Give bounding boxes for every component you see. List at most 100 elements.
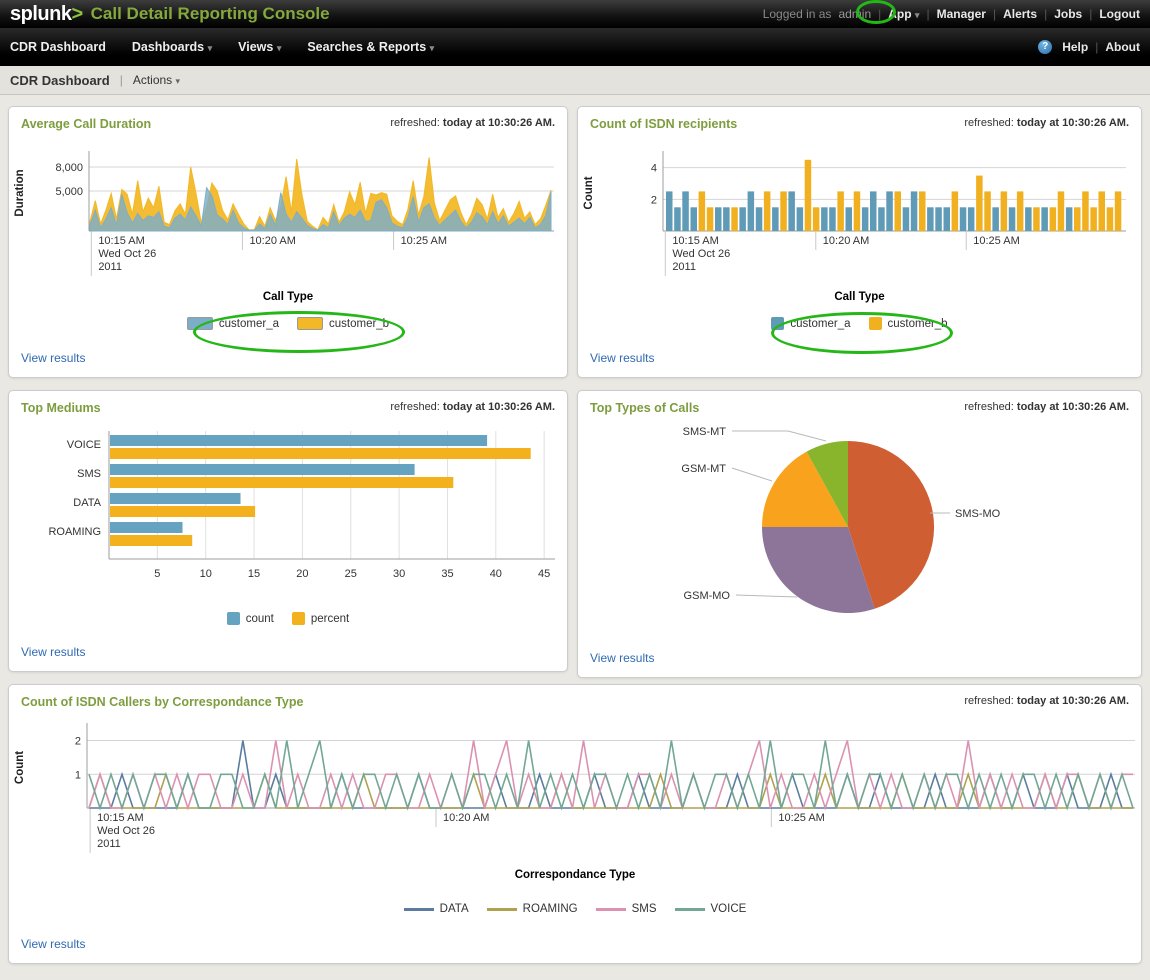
chevron-down-icon: ▾	[276, 43, 282, 53]
app-menu[interactable]: App ▾	[888, 7, 919, 21]
x-tick-label: 10:25 AM	[778, 812, 824, 824]
x-tick-label: 2011	[672, 261, 696, 273]
legend-item-customer_a[interactable]: customer_a	[186, 317, 279, 330]
x-tick-label: 10	[200, 568, 212, 580]
nav-searches-reports[interactable]: Searches & Reports ▾	[307, 40, 434, 54]
legend: DATA ROAMING SMS VOICE	[9, 903, 1141, 915]
line-chart-svg: 1 2 10:15 AMWed Oct 262011 10:20 AM 10:25 AM…	[14, 723, 1135, 853]
pie-slice-label: SMS-MT	[683, 426, 727, 438]
view-results-link[interactable]: View results	[590, 351, 654, 365]
legend-item-DATA[interactable]: DATA	[403, 903, 469, 915]
refresh-status: refreshed: today at 10:30:26 AM.	[964, 117, 1129, 129]
nav-views[interactable]: Views ▾	[238, 40, 281, 54]
legend-title: Correspondance Type	[514, 869, 636, 881]
x-tick-label: 5	[154, 568, 160, 580]
x-tick-label: 10:15 AM	[97, 812, 143, 824]
legend-label: VOICE	[710, 903, 747, 915]
bar-customer_b	[837, 191, 844, 231]
bar-customer_b	[919, 191, 926, 231]
legend-label: ROAMING	[522, 903, 578, 915]
bar-customer_a	[682, 191, 689, 231]
legend-item-SMS[interactable]: SMS	[595, 903, 657, 915]
x-tick-label: 10:15 AM	[98, 235, 144, 247]
jobs-link[interactable]: Jobs	[1054, 7, 1082, 21]
legend-item-ROAMING[interactable]: ROAMING	[486, 903, 578, 915]
about-link[interactable]: About	[1105, 40, 1140, 54]
refresh-status: refreshed: today at 10:30:26 AM.	[390, 401, 555, 413]
pie-slice-label: SMS-MO	[955, 508, 1001, 520]
legend-item-count[interactable]: count	[226, 612, 274, 625]
manager-link[interactable]: Manager	[937, 7, 986, 21]
bar-chart-svg: 2 4 10:15 AMWed Oct 262011 10:20 AM 10:25 AM…	[583, 151, 1126, 276]
separator: |	[992, 7, 997, 21]
view-results-link[interactable]: View results	[21, 351, 85, 365]
legend-item-VOICE[interactable]: VOICE	[674, 903, 747, 915]
y-tick-label: 2	[651, 194, 657, 206]
refresh-status: refreshed: today at 10:30:26 AM.	[964, 695, 1129, 707]
legend: customer_a customer_b	[9, 317, 567, 330]
help-link[interactable]: Help	[1062, 40, 1088, 54]
y-tick-label: 1	[75, 769, 81, 781]
bar-customer_a	[992, 207, 999, 232]
bar-customer_a	[878, 207, 885, 232]
x-tick-label: 10:15 AM	[672, 235, 718, 247]
bar-customer_a	[861, 207, 869, 232]
legend-swatch	[771, 317, 785, 330]
hbar-count-DATA	[110, 493, 241, 504]
separator: |	[1044, 7, 1048, 21]
view-results-link[interactable]: View results	[590, 651, 654, 665]
bar-customer_b	[1074, 207, 1081, 232]
bar-customer_a	[902, 207, 910, 232]
legend-label: percent	[310, 612, 350, 625]
separator: |	[119, 73, 123, 87]
x-tick-label: 30	[393, 568, 405, 580]
legend-item-customer_a[interactable]: customer_a	[771, 317, 851, 330]
panel-isdn-recipients: Count of ISDN recipients refreshed: toda…	[577, 106, 1142, 378]
legend-item-customer_b[interactable]: customer_b	[297, 317, 389, 330]
view-results-link[interactable]: View results	[21, 645, 85, 659]
hbar-chart-svg: 5 10 15 20 25 30 35 40 45 VOICE SMS DATA ROAMING	[48, 431, 555, 580]
bar-customer_a	[845, 207, 852, 232]
pie-chart-svg: SMS-MO GSM-MO GSM-MT SMS-MT	[681, 426, 1001, 614]
bar-customer_a	[910, 191, 918, 231]
chevron-down-icon: ▾	[175, 76, 181, 86]
legend-label: count	[245, 612, 274, 625]
bar-customer_a	[796, 207, 804, 232]
top-header-bar: splunk> Call Detail Reporting Console Lo…	[0, 0, 1150, 28]
legend-item-customer_b[interactable]: customer_b	[868, 317, 948, 330]
y-tick-label: 5,000	[55, 186, 83, 198]
hbar-percent-DATA	[110, 506, 256, 517]
bar-customer_a	[967, 207, 975, 232]
refresh-status: refreshed: today at 10:30:26 AM.	[964, 401, 1129, 413]
chevron-down-icon: ▾	[207, 43, 213, 53]
bar-customer_b	[1000, 191, 1008, 231]
bar-customer_b	[984, 191, 991, 231]
legend-item-percent[interactable]: percent	[291, 612, 350, 625]
refresh-status: refreshed: today at 10:30:26 AM.	[390, 117, 555, 129]
legend-swatch	[226, 612, 240, 625]
nav-dashboards[interactable]: Dashboards ▾	[132, 40, 212, 54]
view-results-link[interactable]: View results	[21, 937, 85, 951]
x-tick-label: Wed Oct 26	[672, 248, 730, 260]
bar-customer_b	[1033, 207, 1040, 232]
nav-cdr-dashboard[interactable]: CDR Dashboard	[10, 40, 106, 54]
bar-customer_b	[1114, 191, 1122, 231]
bar-customer_a	[829, 207, 836, 232]
logout-link[interactable]: Logout	[1099, 7, 1140, 21]
alerts-link[interactable]: Alerts	[1003, 7, 1037, 21]
line-chart-isdn-callers: 1 2 10:15 AM Wed Oct 26 2011 10:20 AM 10:25 AM…	[9, 713, 1143, 865]
logged-in-user[interactable]: admin	[838, 7, 871, 21]
hbar-count-VOICE	[110, 435, 488, 446]
legend-label: SMS	[631, 903, 657, 915]
legend-swatch	[595, 907, 626, 911]
bar-customer_b	[853, 191, 861, 231]
actions-menu[interactable]: Actions ▾	[133, 73, 180, 87]
bar-customer_b	[698, 191, 706, 231]
bar-customer_a	[666, 191, 673, 231]
bar-customer_a	[927, 207, 934, 232]
category-label: ROAMING	[48, 526, 101, 538]
bar-customer_b	[894, 191, 901, 231]
bar-customer_a	[715, 207, 722, 232]
bar-customer_b	[763, 191, 771, 231]
legend-title: Call Type	[262, 291, 314, 303]
